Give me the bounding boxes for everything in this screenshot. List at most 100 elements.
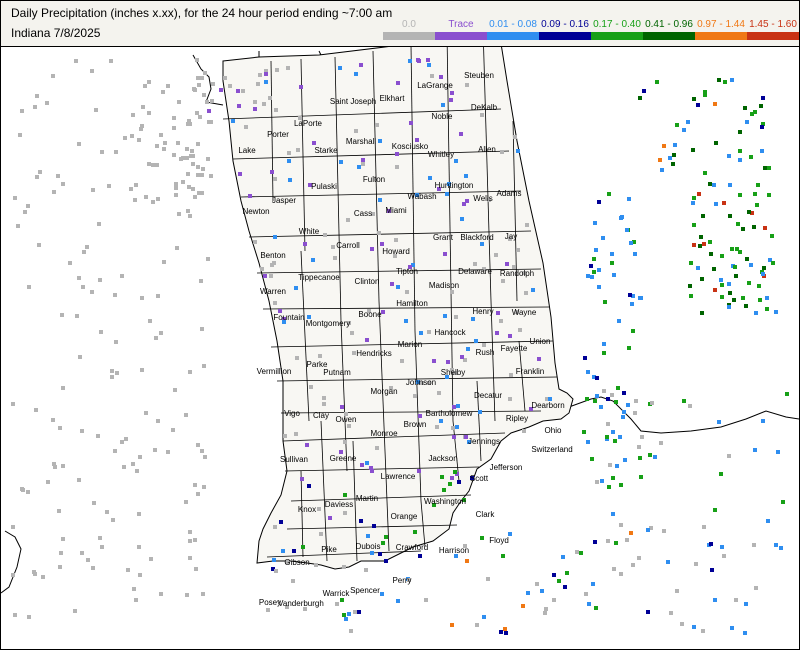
observation-point: [202, 485, 206, 489]
observation-point: [743, 106, 747, 110]
observation-point: [172, 153, 176, 157]
observation-point: [561, 555, 565, 559]
observation-point: [328, 516, 332, 520]
observation-point: [770, 234, 774, 238]
county-label: Saint Joseph: [330, 97, 376, 106]
observation-point: [370, 551, 374, 555]
observation-point: [409, 121, 413, 125]
observation-point: [474, 339, 478, 343]
county-label: Lake: [238, 146, 256, 155]
observation-point: [612, 567, 616, 571]
observation-point: [478, 410, 482, 414]
observation-point: [480, 536, 484, 540]
observation-point: [38, 170, 42, 174]
observation-point: [426, 58, 430, 62]
observation-point: [189, 154, 193, 158]
observation-point: [501, 554, 505, 558]
observation-point: [260, 267, 264, 271]
observation-point: [205, 100, 209, 104]
observation-point: [482, 343, 486, 347]
observation-point: [727, 454, 731, 458]
observation-point: [219, 88, 223, 92]
observation-point: [380, 592, 384, 596]
observation-point: [450, 623, 454, 627]
observation-point: [717, 420, 721, 424]
observation-point: [343, 493, 347, 497]
county-label: Porter: [267, 130, 289, 139]
observation-point: [744, 304, 748, 308]
observation-point: [283, 434, 287, 438]
observation-point: [417, 59, 421, 63]
observation-point: [622, 410, 626, 414]
observation-point: [80, 429, 84, 433]
observation-point: [625, 228, 629, 232]
observation-point: [405, 290, 409, 294]
observation-point: [264, 72, 268, 76]
observation-point: [673, 143, 677, 147]
observation-point: [516, 149, 520, 153]
observation-point: [733, 265, 737, 269]
county-label: Henry: [472, 307, 493, 316]
observation-point: [719, 278, 723, 282]
legend-label: 0.97 - 1.44: [697, 19, 745, 30]
observation-point: [92, 501, 96, 505]
observation-point: [591, 582, 595, 586]
observation-point: [785, 392, 789, 396]
observation-point: [713, 102, 717, 106]
observation-point: [587, 602, 591, 606]
observation-point: [646, 528, 650, 532]
county-label: Whitley: [428, 150, 454, 159]
observation-point: [432, 359, 436, 363]
observation-point: [364, 568, 368, 572]
observation-point: [159, 331, 163, 335]
county-label: Pike: [321, 545, 337, 554]
county-label: Delaware: [458, 267, 492, 276]
county-label: Greene: [330, 454, 357, 463]
observation-point: [27, 615, 31, 619]
observation-point: [286, 66, 290, 70]
observation-point: [744, 602, 748, 606]
observation-point: [689, 294, 693, 298]
observation-point: [428, 176, 432, 180]
observation-point: [582, 430, 586, 434]
observation-point: [380, 242, 384, 246]
observation-point: [241, 89, 245, 93]
observation-point: [107, 184, 111, 188]
observation-point: [638, 96, 642, 100]
observation-point: [350, 331, 354, 335]
observation-point: [61, 386, 65, 390]
observation-point: [91, 188, 95, 192]
observation-point: [584, 592, 588, 596]
observation-point: [752, 225, 756, 229]
observation-point: [77, 142, 81, 146]
observation-point: [20, 487, 24, 491]
observation-point: [27, 285, 31, 289]
observation-point: [499, 630, 503, 634]
observation-point: [714, 141, 718, 145]
observation-point: [74, 59, 78, 63]
observation-point: [464, 174, 468, 178]
observation-point: [375, 123, 379, 127]
observation-point: [522, 429, 526, 433]
observation-point: [696, 266, 700, 270]
observation-point: [697, 192, 701, 196]
observation-point: [761, 272, 765, 276]
observation-point: [728, 183, 732, 187]
observation-point: [11, 573, 15, 577]
observation-point: [281, 549, 285, 553]
observation-point: [692, 97, 696, 101]
observation-point: [453, 470, 457, 474]
observation-point: [175, 246, 179, 250]
observation-point: [728, 291, 732, 295]
legend-swatch: [383, 32, 435, 40]
observation-point: [110, 369, 114, 373]
observation-point: [359, 63, 363, 67]
observation-point: [614, 400, 618, 404]
observation-point: [741, 227, 745, 231]
observation-point: [471, 317, 475, 321]
county-label: Jennings: [468, 437, 500, 446]
observation-point: [96, 434, 100, 438]
county-label: Pulaski: [311, 182, 337, 191]
observation-point: [738, 158, 742, 162]
observation-point: [274, 108, 278, 112]
